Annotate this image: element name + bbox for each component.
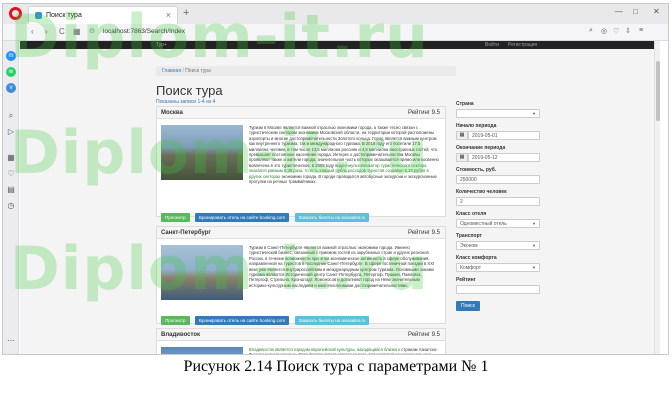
- booking-button[interactable]: Бронировать отель на сайте booking.com: [195, 316, 290, 325]
- chevron-down-icon: ▼: [532, 265, 536, 270]
- scrollbar-thumb[interactable]: [656, 61, 660, 121]
- rating-label: Рейтинг: [456, 277, 476, 283]
- view-button[interactable]: Просмотр: [161, 316, 190, 325]
- whatsapp-icon[interactable]: w: [6, 67, 16, 77]
- chevron-down-icon: ▼: [532, 221, 536, 226]
- page-scrollbar[interactable]: [654, 41, 660, 354]
- tab-strip: Поиск тура × + — □ ✕: [3, 4, 668, 24]
- address-bar: ‹ › C ▦ ⊙ localhost:7863/Search/Index ⌕ …: [3, 24, 668, 41]
- transport-label: Транспорт: [456, 233, 483, 239]
- hotel-class-label: Класс отеля: [456, 211, 487, 217]
- card-rating: Рейтинг 9.5: [407, 230, 440, 236]
- site-info-icon[interactable]: ⊙: [89, 27, 95, 35]
- rating-input[interactable]: [456, 285, 540, 294]
- download-icon[interactable]: ⇩: [625, 27, 631, 35]
- cost-label: Стоимость, руб.: [456, 167, 497, 173]
- tour-card-vladivostok: Владивосток Рейтинг 9.5 Владивосток явля…: [156, 328, 446, 355]
- booking-button[interactable]: Бронировать отель на сайте booking.com: [195, 213, 290, 222]
- comfort-label: Класс комфорта: [456, 255, 497, 261]
- hotel-class-select[interactable]: Одноместный отель ▼: [456, 219, 540, 228]
- breadcrumb-separator: /: [182, 68, 184, 74]
- more-icon[interactable]: ⋯: [6, 336, 16, 346]
- start-date-input[interactable]: 2019-05-01: [468, 131, 540, 140]
- opera-sidebar: m w v ⌕ ▷ ▦ ♡ ▤ ◷ ⋯: [3, 41, 19, 354]
- vk-icon[interactable]: v: [6, 83, 16, 93]
- camera-icon[interactable]: ◎: [601, 27, 607, 35]
- card-rating: Рейтинг 9.5: [407, 332, 440, 338]
- card-header: Владивосток Рейтинг 9.5: [157, 329, 445, 341]
- tab-title: Поиск тура: [46, 12, 82, 19]
- start-date-label: Начало периода: [456, 123, 497, 129]
- calendar-icon[interactable]: ▦: [456, 131, 468, 140]
- card-description: Туризм в Санкт-Петербурге является важно…: [249, 245, 435, 288]
- country-label: Страна: [456, 101, 474, 107]
- aviasales-button[interactable]: Заказать билеты на aviasales.ru: [294, 316, 370, 325]
- card-city: Владивосток: [161, 332, 201, 338]
- tab-close-icon[interactable]: ×: [166, 10, 171, 20]
- page-title: Поиск тура: [156, 83, 223, 98]
- search-icon[interactable]: ⌕: [589, 27, 593, 35]
- chevron-down-icon: ▼: [532, 243, 536, 248]
- city-photo: [161, 347, 243, 354]
- speed-dial-icon[interactable]: ▦: [73, 27, 81, 36]
- tour-card-spb: Санкт-Петербург Рейтинг 9.5 Туризм в Сан…: [156, 226, 446, 325]
- minimize-button[interactable]: —: [615, 7, 623, 16]
- site-brand[interactable]: Тур+: [156, 42, 167, 48]
- card-description: Туризм в Москве является важной отраслью…: [249, 125, 439, 185]
- figure-caption: Рисунок 2.14 Поиск тура с параметрами № …: [183, 358, 489, 375]
- chevron-down-icon: ▼: [532, 111, 536, 116]
- bookmarks-icon[interactable]: ♡: [6, 169, 16, 179]
- site-navbar: Тур+ Войти Регистрация: [20, 41, 660, 49]
- reload-button[interactable]: C: [59, 27, 65, 36]
- card-description: Владивосток является городом европейской…: [249, 347, 438, 355]
- card-header: Санкт-Петербург Рейтинг 9.5: [157, 227, 445, 239]
- card-city: Москва: [161, 110, 183, 116]
- speed-dial-sidebar-icon[interactable]: ▦: [6, 153, 16, 163]
- end-date-input[interactable]: 2019-05-12: [468, 153, 540, 162]
- maximize-button[interactable]: □: [633, 7, 638, 16]
- tab-active[interactable]: Поиск тура ×: [28, 6, 178, 24]
- aviasales-button[interactable]: Заказать билеты на aviasales.ru: [294, 213, 370, 222]
- history-icon[interactable]: ◷: [6, 201, 16, 211]
- forward-button[interactable]: ›: [45, 27, 48, 36]
- cost-input[interactable]: 250000: [456, 175, 540, 184]
- send-icon[interactable]: ▷: [6, 127, 16, 137]
- breadcrumb-current: Поиск тура: [185, 68, 211, 74]
- people-input[interactable]: 2: [456, 197, 540, 206]
- results-count: Показаны записи 1-4 из 4: [156, 99, 216, 105]
- card-actions: Просмотр Бронировать отель на сайте book…: [161, 206, 370, 222]
- card-header: Москва Рейтинг 9.5: [157, 107, 445, 119]
- country-select[interactable]: ▼: [456, 109, 540, 118]
- messenger-icon[interactable]: m: [6, 51, 16, 61]
- card-actions: Просмотр Бронировать отель на сайте book…: [161, 309, 370, 325]
- web-page: Тур+ Войти Регистрация Главная / Поиск т…: [20, 41, 660, 355]
- tour-card-moscow: Москва Рейтинг 9.5 Туризм в Москве являе…: [156, 106, 446, 222]
- breadcrumb: Главная / Поиск тура: [156, 66, 456, 76]
- new-tab-button[interactable]: +: [183, 7, 189, 19]
- calendar-icon[interactable]: ▦: [456, 153, 468, 162]
- opera-logo-icon[interactable]: [9, 7, 22, 20]
- close-window-button[interactable]: ✕: [653, 7, 660, 16]
- card-rating: Рейтинг 9.5: [407, 110, 440, 116]
- nav-register-link[interactable]: Регистрация: [508, 42, 537, 48]
- city-photo: [161, 125, 243, 180]
- comfort-select[interactable]: Комфорт ▼: [456, 263, 540, 272]
- url-field[interactable]: localhost:7863/Search/Index: [103, 28, 185, 35]
- sidebar-search-icon[interactable]: ⌕: [6, 111, 16, 121]
- search-button[interactable]: Поиск: [456, 301, 480, 311]
- end-date-label: Окончание периода: [456, 145, 506, 151]
- view-button[interactable]: Просмотр: [161, 213, 190, 222]
- transport-select[interactable]: Эконом ▼: [456, 241, 540, 250]
- city-photo: [161, 245, 243, 300]
- card-city: Санкт-Петербург: [161, 230, 211, 236]
- menu-icon[interactable]: ≡: [639, 27, 643, 34]
- heart-icon[interactable]: ♡: [613, 27, 619, 35]
- browser-window: Поиск тура × + — □ ✕ ‹ › C ▦ ⊙ localhost…: [2, 3, 669, 355]
- nav-login-link[interactable]: Войти: [485, 42, 499, 48]
- favicon-icon: [35, 12, 42, 19]
- people-label: Количество человек: [456, 189, 507, 195]
- news-icon[interactable]: ▤: [6, 185, 16, 195]
- breadcrumb-home-link[interactable]: Главная: [162, 68, 181, 74]
- back-button[interactable]: ‹: [31, 27, 34, 36]
